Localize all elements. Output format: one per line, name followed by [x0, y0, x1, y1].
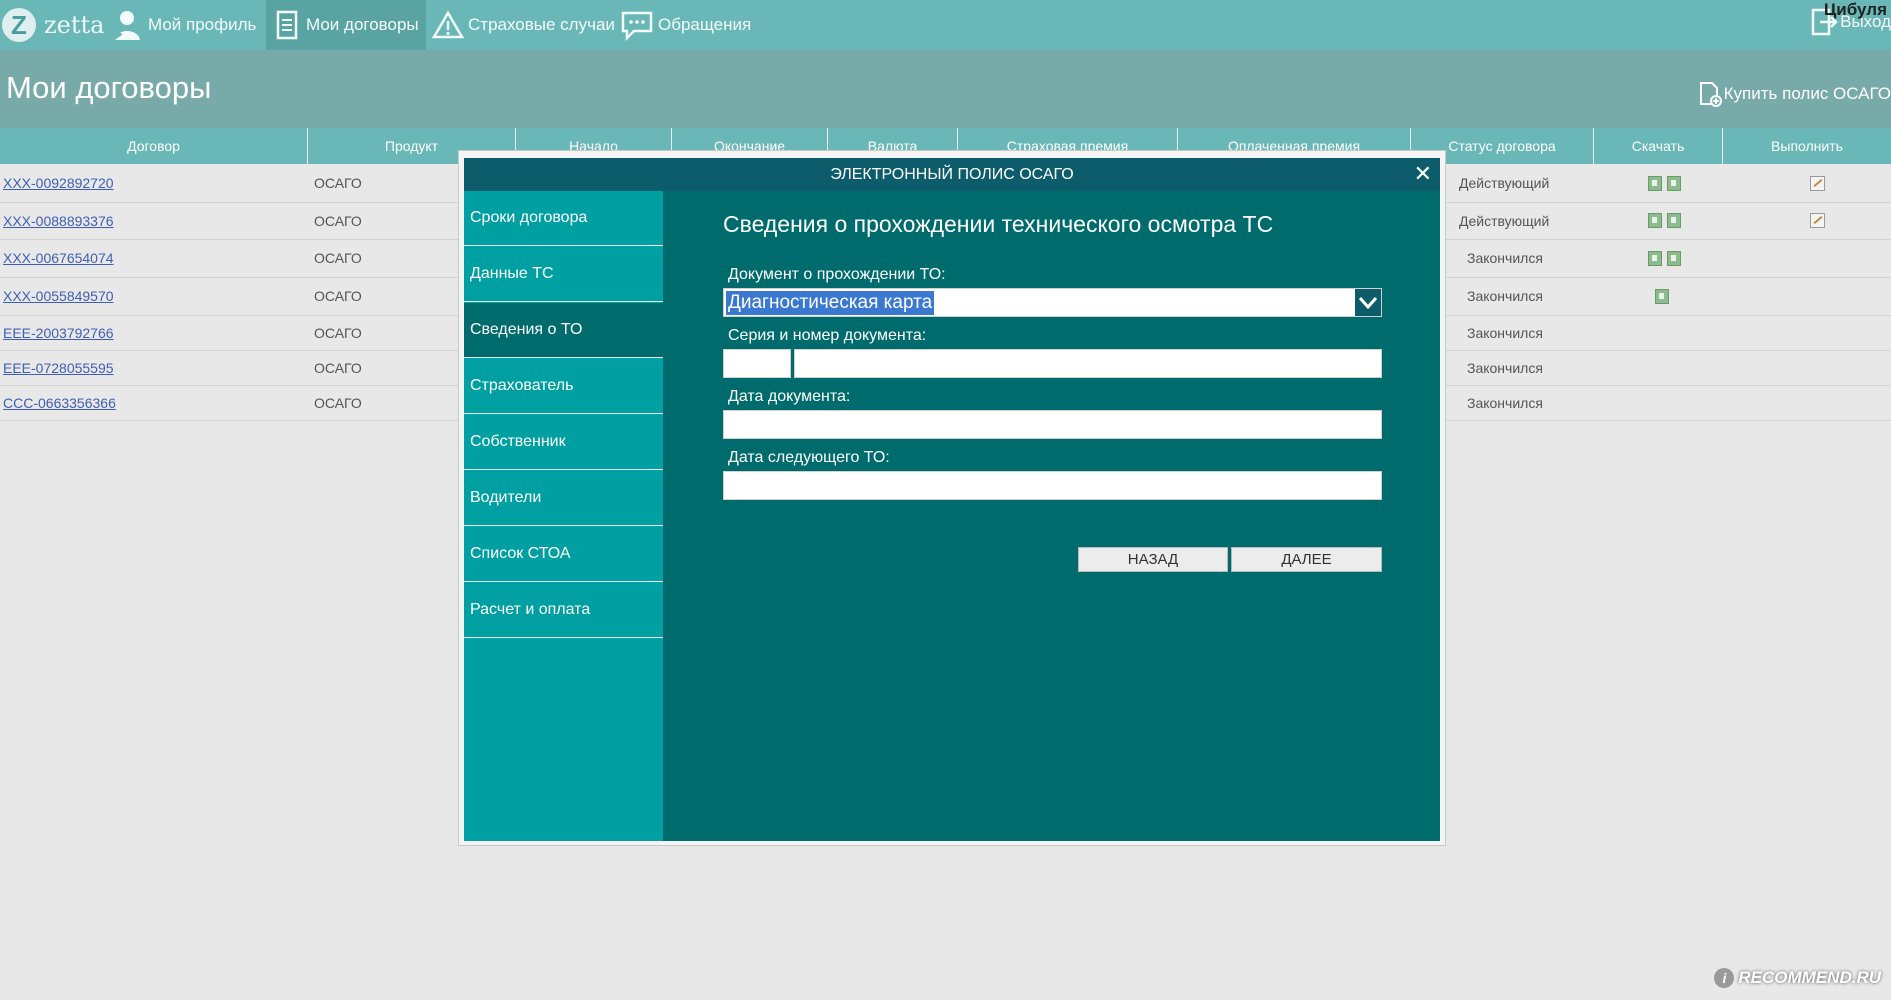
buy-osago-label: Купить полис ОСАГО [1723, 84, 1891, 103]
nav-item-profile[interactable]: Мой профиль [110, 0, 256, 50]
logo-badge: Z [2, 8, 36, 42]
download-icon[interactable] [1667, 175, 1681, 191]
download-icon[interactable] [1655, 288, 1669, 304]
form-title: Сведения о прохождении технического осмо… [723, 211, 1274, 237]
contract-link[interactable]: EEE-0728055595 [3, 350, 114, 385]
edit-icon[interactable] [1810, 213, 1825, 228]
nav-item-claims[interactable]: Страховые случаи [432, 0, 615, 50]
nav-item-contracts[interactable]: Мои договоры [266, 0, 426, 50]
warning-icon [432, 10, 464, 39]
doc-type-value: Диагностическая карта [726, 291, 935, 315]
edit-icon[interactable] [1810, 175, 1825, 191]
next-inspection-date-input[interactable] [723, 471, 1382, 500]
step-drivers[interactable]: Водители [464, 471, 663, 526]
doc-date-label: Дата документа: [728, 388, 851, 405]
nav-item-label: Обращения [658, 15, 752, 34]
status-cell: Закончился [1467, 250, 1543, 266]
download-cell [1648, 164, 1686, 202]
contract-link[interactable]: CCC-0663356366 [3, 385, 116, 420]
download-cell [1648, 239, 1686, 277]
download-icon[interactable] [1648, 213, 1662, 228]
logo[interactable]: Z zetta [0, 0, 104, 50]
status-cell: Закончился [1467, 324, 1543, 341]
status-cell: Закончился [1467, 288, 1543, 304]
nav-item-label: Мои договоры [306, 15, 419, 34]
action-cell [1810, 202, 1825, 239]
back-button[interactable]: НАЗАД [1078, 547, 1228, 572]
user-name: Цибуля [1823, 0, 1887, 19]
status-cell: Закончился [1467, 359, 1543, 376]
modal-body: Сроки договора Данные ТС Сведения о ТО С… [464, 191, 1440, 841]
next-button[interactable]: ДАЛЕЕ [1231, 547, 1382, 572]
product-cell: ОСАГО [314, 359, 362, 376]
nav-item-label: Страховые случаи [468, 15, 615, 34]
modal-title-bar: ЭЛЕКТРОННЫЙ ПОЛИС ОСАГО ✕ [464, 158, 1440, 191]
download-icon[interactable] [1667, 213, 1681, 228]
column-header[interactable]: Скачать [1594, 128, 1723, 164]
step-service-stations[interactable]: Список СТОА [464, 527, 663, 582]
status-cell: Закончился [1467, 394, 1543, 411]
download-icon[interactable] [1667, 250, 1681, 266]
chat-icon [621, 11, 653, 41]
contract-link[interactable]: EEE-2003792766 [3, 315, 114, 350]
product-cell: ОСАГО [314, 324, 362, 341]
wizard-steps: Сроки договора Данные ТС Сведения о ТО С… [464, 191, 663, 841]
next-inspection-label: Дата следующего ТО: [728, 449, 890, 466]
product-cell: ОСАГО [314, 175, 362, 191]
step-vehicle-data[interactable]: Данные ТС [464, 247, 663, 302]
doc-type-select[interactable]: Диагностическая карта [723, 288, 1382, 317]
column-header[interactable]: Договор [0, 128, 308, 164]
contract-link[interactable]: XXX-0055849570 [3, 277, 114, 315]
nav-item-label: Мой профиль [148, 15, 257, 34]
close-icon[interactable]: ✕ [1414, 162, 1432, 186]
contract-link[interactable]: XXX-0067654074 [3, 239, 114, 277]
series-number-label: Серия и номер документа: [728, 327, 927, 344]
product-cell: ОСАГО [314, 250, 362, 266]
action-cell [1810, 164, 1825, 202]
download-cell [1648, 202, 1686, 239]
download-icon[interactable] [1648, 250, 1662, 266]
status-cell: Действующий [1459, 175, 1550, 191]
osago-modal: ЭЛЕКТРОННЫЙ ПОЛИС ОСАГО ✕ Сроки договора… [458, 150, 1446, 846]
doc-number-input[interactable] [794, 349, 1382, 378]
buy-osago-link[interactable]: Купить полис ОСАГО [1696, 80, 1891, 108]
step-policyholder[interactable]: Страхователь [464, 359, 663, 414]
status-cell: Действующий [1459, 212, 1550, 229]
product-cell: ОСАГО [314, 288, 362, 304]
column-header[interactable]: Выполнить [1723, 128, 1891, 164]
download-icon[interactable] [1648, 175, 1662, 191]
doc-type-label: Документ о прохождении ТО: [728, 266, 946, 283]
product-cell: ОСАГО [314, 394, 362, 411]
logo-text: zetta [44, 11, 105, 39]
modal-title: ЭЛЕКТРОННЫЙ ПОЛИС ОСАГО [830, 165, 1074, 183]
page-title: Мои договоры [6, 70, 212, 105]
nav-item-requests[interactable]: Обращения [620, 0, 751, 50]
profile-icon [111, 11, 140, 41]
chevron-down-icon[interactable] [1355, 289, 1381, 316]
contract-link[interactable]: XXX-0088893376 [3, 202, 114, 239]
contract-link[interactable]: XXX-0092892720 [3, 164, 114, 202]
step-calculation-payment[interactable]: Расчет и оплата [464, 583, 663, 638]
watermark-text: RECOMMEND.RU [1738, 968, 1881, 987]
doc-series-input[interactable] [723, 349, 791, 378]
watermark-badge: i [1714, 968, 1735, 988]
product-cell: ОСАГО [314, 212, 362, 229]
top-navigation: Z zetta Мой профиль Мои договоры Страхов… [0, 0, 1891, 50]
page-header: Мои договоры Купить полис ОСАГО [0, 50, 1891, 128]
document-icon [276, 10, 298, 40]
step-inspection-info[interactable]: Сведения о ТО [464, 303, 663, 358]
step-contract-terms[interactable]: Сроки договора [464, 191, 663, 246]
new-document-icon [1699, 82, 1722, 107]
watermark: i RECOMMEND.RU [1714, 968, 1881, 988]
doc-date-input[interactable] [723, 410, 1382, 439]
step-owner[interactable]: Собственник [464, 415, 663, 470]
download-cell [1655, 277, 1674, 315]
